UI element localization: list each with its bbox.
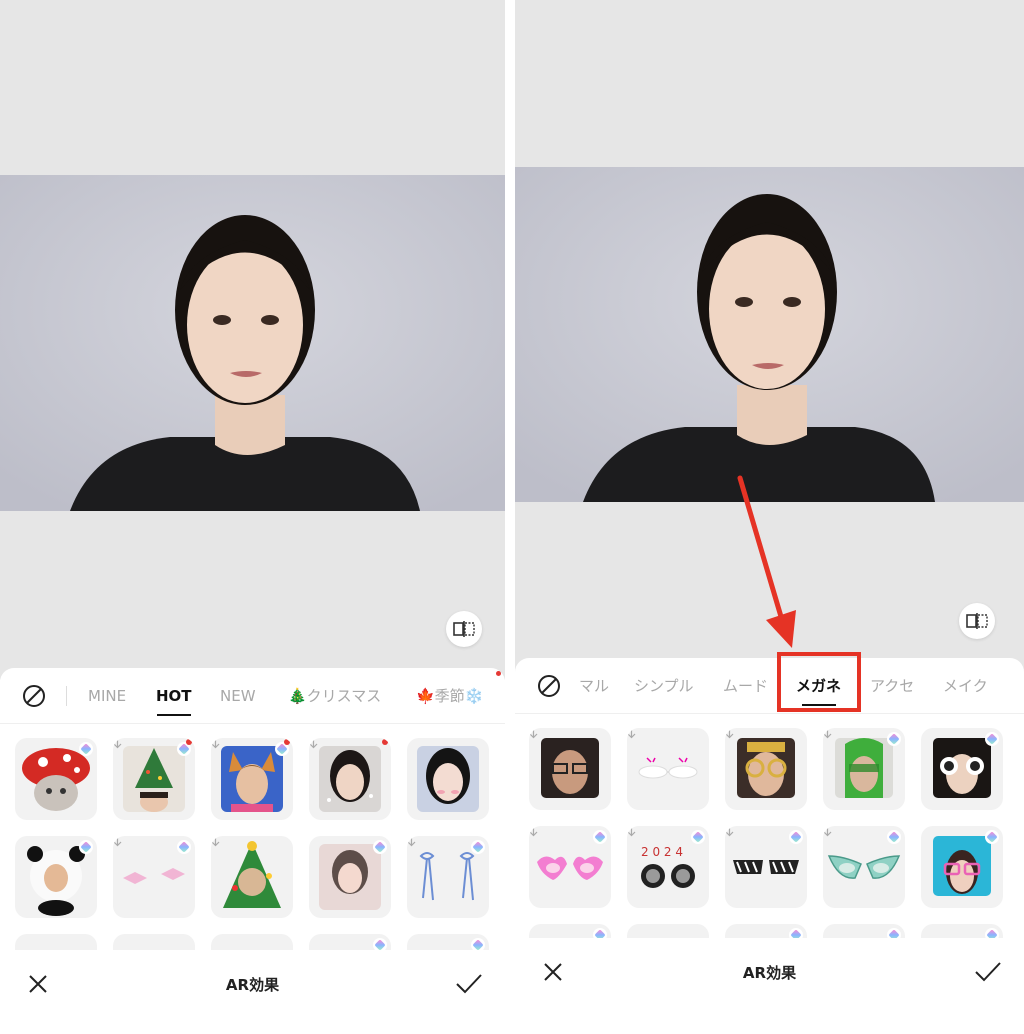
effect-mushroom-cat[interactable] [15, 738, 97, 820]
check-icon[interactable] [974, 960, 1002, 984]
preview-area [0, 0, 505, 680]
premium-icon [691, 830, 705, 844]
download-icon [627, 826, 636, 837]
effects-grid [0, 738, 505, 950]
effect-green-glasses[interactable] [823, 728, 905, 810]
tab-simple[interactable]: シンプル [634, 676, 694, 696]
premium-icon [887, 830, 901, 844]
compare-button[interactable] [959, 603, 995, 639]
effect-doll-makeup[interactable] [407, 738, 489, 820]
effects-grid: 2 0 2 4 [515, 728, 1024, 940]
download-icon [211, 738, 220, 749]
premium-icon [471, 938, 485, 950]
premium-icon [177, 840, 191, 854]
tab-maru[interactable]: マル [579, 676, 609, 696]
new-dot [382, 739, 388, 745]
portrait-photo [515, 167, 1024, 502]
premium-icon [985, 830, 999, 844]
premium-icon [789, 830, 803, 844]
screen-title: AR効果 [742, 964, 797, 982]
effect-christmas-tree-hat[interactable] [113, 738, 195, 820]
bottom-bar: AR効果 [515, 938, 1024, 1008]
download-icon [529, 728, 538, 739]
download-icon [211, 836, 220, 847]
left-screen: MINE HOT NEW 🎄クリスマス 🍁季節❄️ AR効果 [0, 0, 505, 1034]
premium-icon [471, 840, 485, 854]
premium-icon [887, 732, 901, 746]
effect-pink-ribbons[interactable] [113, 836, 195, 918]
download-icon [529, 826, 538, 837]
premium-icon [79, 840, 93, 854]
download-icon [113, 738, 122, 749]
screen-title: AR効果 [225, 976, 280, 994]
compare-icon [453, 621, 475, 637]
download-icon [823, 728, 832, 739]
download-icon [407, 836, 416, 847]
bottom-bar: AR効果 [0, 950, 505, 1020]
new-dot [496, 671, 501, 676]
premium-icon [373, 938, 387, 950]
effect-2024-glasses[interactable] [725, 728, 807, 810]
none-icon[interactable] [22, 684, 46, 708]
new-dot [284, 739, 290, 745]
download-icon [309, 738, 318, 749]
download-icon [627, 728, 636, 739]
portrait-photo [0, 175, 505, 511]
new-dot [186, 739, 192, 745]
tab-accessories[interactable]: アクセ [870, 676, 914, 696]
tab-mine[interactable]: MINE [88, 686, 126, 706]
effect-2024-party-glasses[interactable]: 2 0 2 4 [627, 826, 709, 908]
download-icon [113, 836, 122, 847]
annotation-arrow [737, 475, 796, 648]
effect-soft-blur[interactable] [309, 836, 391, 918]
premium-icon [593, 830, 607, 844]
effect-pink-frame-glasses[interactable] [921, 826, 1003, 908]
effect-sparkle-makeup[interactable] [309, 738, 391, 820]
effect-fox-ears[interactable] [211, 738, 293, 820]
download-icon [725, 728, 734, 739]
effect-cat-eye-glasses[interactable] [823, 826, 905, 908]
none-icon[interactable] [537, 674, 561, 698]
tab-hot[interactable]: HOT [156, 686, 192, 716]
effect-panda[interactable] [15, 836, 97, 918]
premium-icon [79, 742, 93, 756]
effect-item[interactable] [309, 934, 391, 950]
effect-item[interactable] [113, 934, 195, 950]
effect-flower-glasses[interactable] [921, 728, 1003, 810]
premium-icon [985, 732, 999, 746]
compare-icon [966, 613, 988, 629]
effect-clear-glasses[interactable] [627, 728, 709, 810]
effect-zebra-glasses[interactable] [725, 826, 807, 908]
compare-button[interactable] [446, 611, 482, 647]
svg-text:2 0 2 4: 2 0 2 4 [641, 845, 683, 859]
tab-mood[interactable]: ムード [723, 676, 768, 696]
effect-item[interactable] [211, 934, 293, 950]
tab-makeup[interactable]: メイク [943, 676, 988, 696]
tab-season[interactable]: 🍁季節❄️ [416, 686, 483, 706]
check-icon[interactable] [455, 972, 483, 996]
premium-icon [373, 840, 387, 854]
download-icon [823, 826, 832, 837]
category-tabs: MINE HOT NEW 🎄クリスマス 🍁季節❄️ [0, 668, 505, 724]
effect-tree-cat[interactable] [211, 836, 293, 918]
tab-new[interactable]: NEW [220, 686, 256, 706]
effect-item[interactable] [407, 934, 489, 950]
effect-pink-heart-glasses[interactable] [529, 826, 611, 908]
effect-item[interactable] [15, 934, 97, 950]
annotation-highlight-box [777, 652, 861, 712]
tab-christmas[interactable]: 🎄クリスマス [288, 686, 381, 706]
tab-divider [66, 686, 67, 706]
effect-square-glasses[interactable] [529, 728, 611, 810]
effect-blue-ribbons[interactable] [407, 836, 489, 918]
category-tabs: マル シンプル ムード メガネ アクセ メイク [515, 658, 1024, 714]
download-icon [725, 826, 734, 837]
